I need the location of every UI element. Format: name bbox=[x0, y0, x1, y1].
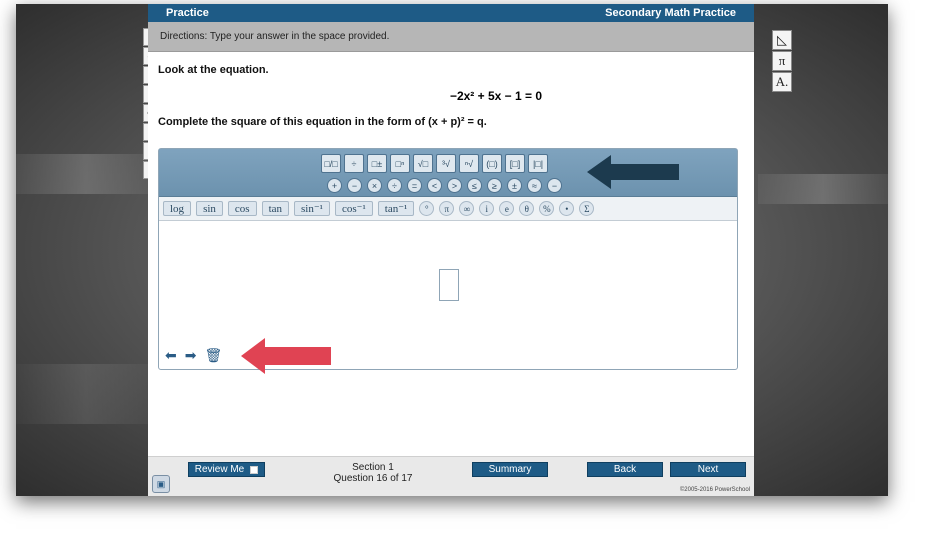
symbol-button[interactable]: ° bbox=[419, 201, 435, 216]
function-button[interactable]: sin⁻¹ bbox=[294, 201, 330, 216]
symbol-button[interactable]: π bbox=[439, 201, 455, 216]
editor-template-toolbar: □/□ ÷ □± □ⁿ √□ ³√ ⁿ√ (□) [□] |□| + − × ÷ = < > ≤ ≥ ± ≈ − bbox=[159, 149, 737, 197]
operator-button-11[interactable]: − bbox=[547, 178, 562, 193]
function-button[interactable]: tan⁻¹ bbox=[377, 201, 415, 216]
trash-icon[interactable]: 🗑 bbox=[204, 347, 222, 364]
symbol-button[interactable]: i bbox=[479, 201, 495, 216]
summary-button[interactable]: Summary bbox=[472, 462, 548, 477]
notepad-icon[interactable]: A. bbox=[772, 72, 792, 92]
template-button-7[interactable]: (□) bbox=[482, 154, 502, 173]
template-button-1[interactable]: ÷ bbox=[344, 154, 364, 173]
header-left-title: Practice bbox=[166, 7, 209, 19]
symbol-button[interactable]: θ bbox=[519, 201, 535, 216]
template-button-4[interactable]: √□ bbox=[413, 154, 433, 173]
operator-buttons: + − × ÷ = < > ≤ ≥ ± ≈ − bbox=[327, 178, 562, 193]
answer-input[interactable] bbox=[439, 269, 459, 301]
pi-icon[interactable]: π bbox=[772, 51, 792, 71]
test-page: Practice Secondary Math Practice Directi… bbox=[148, 4, 754, 496]
back-button[interactable]: Back bbox=[587, 462, 663, 477]
template-button-3[interactable]: □ⁿ bbox=[390, 154, 410, 173]
review-checkbox[interactable] bbox=[250, 465, 259, 474]
operator-button-9[interactable]: ± bbox=[507, 178, 522, 193]
operator-button-7[interactable]: ≤ bbox=[467, 178, 482, 193]
template-button-8[interactable]: [□] bbox=[505, 154, 525, 173]
symbol-button[interactable]: • bbox=[559, 201, 575, 216]
template-buttons: □/□ ÷ □± □ⁿ √□ ³√ ⁿ√ (□) [□] |□| bbox=[321, 154, 548, 173]
header-right-title: Secondary Math Practice bbox=[605, 7, 736, 19]
equation-editor: □/□ ÷ □± □ⁿ √□ ³√ ⁿ√ (□) [□] |□| + − × ÷ = < > ≤ ≥ ± ≈ − log… bbox=[158, 148, 738, 374]
bottom-navigation: ▣ Review Me Section 1 Question 16 of 17 … bbox=[148, 456, 754, 496]
equation: −2x² + 5x − 1 = 0 bbox=[449, 89, 543, 103]
operator-button-1[interactable]: − bbox=[347, 178, 362, 193]
review-me-button[interactable]: Review Me bbox=[188, 462, 265, 477]
function-button[interactable]: sin bbox=[196, 201, 223, 216]
function-button[interactable]: cos bbox=[227, 201, 257, 216]
review-me-label: Review Me bbox=[194, 464, 245, 475]
template-button-2[interactable]: □± bbox=[367, 154, 387, 173]
undo-icon[interactable]: ⬅ bbox=[165, 347, 177, 364]
editor-actions: ⬅ ➡ 🗑 bbox=[165, 347, 222, 364]
operator-button-3[interactable]: ÷ bbox=[387, 178, 402, 193]
function-button[interactable]: log bbox=[163, 201, 192, 216]
operator-button-8[interactable]: ≥ bbox=[487, 178, 502, 193]
template-button-6[interactable]: ⁿ√ bbox=[459, 154, 479, 173]
next-button[interactable]: Next bbox=[670, 462, 746, 477]
helper-icon[interactable]: ▣ bbox=[152, 475, 170, 493]
section-info: Section 1 Question 16 of 17 bbox=[318, 462, 428, 484]
question-instruction: Complete the square of this equation in … bbox=[158, 116, 487, 128]
dark-arrow-pointer-icon bbox=[587, 155, 679, 189]
red-arrow-pointer-icon bbox=[241, 338, 331, 374]
function-button[interactable]: cos⁻¹ bbox=[334, 201, 373, 216]
symbol-button[interactable]: ∞ bbox=[459, 201, 475, 216]
operator-button-10[interactable]: ≈ bbox=[527, 178, 542, 193]
question-counter: Question 16 of 17 bbox=[333, 473, 413, 484]
section-label: Section 1 bbox=[352, 462, 394, 473]
template-button-0[interactable]: □/□ bbox=[321, 154, 341, 173]
operator-button-0[interactable]: + bbox=[327, 178, 342, 193]
template-button-9[interactable]: |□| bbox=[528, 154, 548, 173]
right-toolbar: ◺ π A. bbox=[772, 30, 792, 93]
operator-button-6[interactable]: > bbox=[447, 178, 462, 193]
header-bar: Practice Secondary Math Practice bbox=[148, 4, 754, 22]
template-button-5[interactable]: ³√ bbox=[436, 154, 456, 173]
directions-bar: Directions: Type your answer in the spac… bbox=[148, 22, 754, 52]
function-button[interactable]: tan bbox=[261, 201, 290, 216]
symbol-button[interactable]: % bbox=[539, 201, 555, 216]
operator-button-5[interactable]: < bbox=[427, 178, 442, 193]
redo-icon[interactable]: ➡ bbox=[185, 347, 197, 364]
question-prompt: Look at the equation. bbox=[158, 64, 269, 76]
symbol-button[interactable]: e bbox=[499, 201, 515, 216]
symbol-button[interactable]: Σ bbox=[579, 201, 595, 216]
copyright: ©2005-2016 PowerSchool bbox=[679, 487, 750, 493]
triangle-icon[interactable]: ◺ bbox=[772, 30, 792, 50]
operator-button-2[interactable]: × bbox=[367, 178, 382, 193]
operator-button-4[interactable]: = bbox=[407, 178, 422, 193]
function-toolbar: log sin cos tan sin⁻¹ cos⁻¹ tan⁻¹ ° π ∞ i e θ% • Σ bbox=[159, 197, 737, 221]
